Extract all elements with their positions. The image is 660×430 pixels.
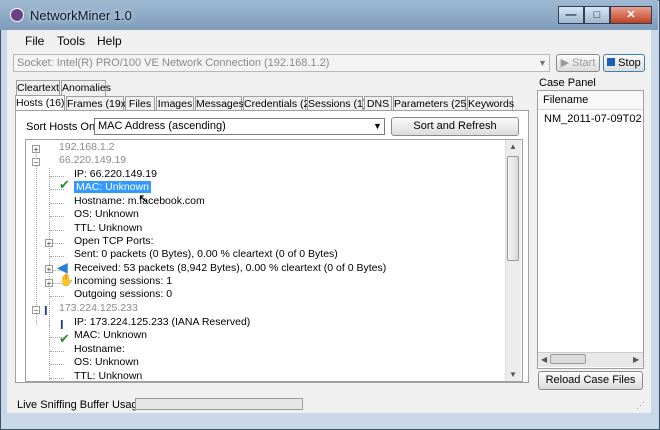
case-file-row[interactable]: NM_2011-07-09T02-12-1 xyxy=(544,113,642,125)
host-computer-icon xyxy=(46,152,59,165)
mouse-cursor-icon: ↖ xyxy=(138,191,149,206)
tree-os[interactable]: OS: Unknown xyxy=(74,208,139,221)
sort-refresh-button[interactable]: Sort and Refresh xyxy=(391,117,519,136)
sort-select[interactable]: MAC Address (ascending) xyxy=(94,118,385,135)
scroll-up-icon[interactable]: ▲ xyxy=(509,142,517,151)
chevron-down-icon: ▼ xyxy=(538,58,547,68)
buffer-usage-label: Live Sniffing Buffer Usage: xyxy=(17,399,147,411)
scroll-left-icon[interactable]: ◀ xyxy=(541,355,547,364)
tree-sent[interactable]: Sent: 0 packets (0 Bytes), 0.00 % cleart… xyxy=(74,248,338,261)
menu-file[interactable]: File xyxy=(25,34,44,48)
stop-icon xyxy=(607,58,616,66)
chevron-down-icon: ▼ xyxy=(373,121,382,131)
stop-label: Stop xyxy=(618,57,641,69)
buffer-usage-progress xyxy=(135,398,303,410)
tab-anomalies[interactable]: Anomalies xyxy=(61,80,111,96)
tree-mac-2[interactable]: MAC: Unknown xyxy=(74,329,147,342)
scroll-down-icon[interactable]: ▼ xyxy=(509,370,517,379)
menu-help[interactable]: Help xyxy=(97,34,122,48)
flag-icon: ✔ xyxy=(59,331,70,346)
start-label: Start xyxy=(572,57,596,69)
stop-button[interactable]: Stop xyxy=(603,54,645,72)
tree-ttl-2[interactable]: TTL: Unknown xyxy=(74,370,142,381)
tree-ip-2[interactable]: IP: 173.224.125.233 (IANA Reserved) xyxy=(74,316,250,329)
hosts-tree[interactable]: + − + + + − I I ✔ ✔ ◀ ✋ 192.168.1.2 66.2… xyxy=(25,139,523,382)
minimize-button[interactable]: — xyxy=(558,6,584,24)
scroll-right-icon[interactable]: ▶ xyxy=(633,355,639,364)
tree-ttl[interactable]: TTL: Unknown xyxy=(74,222,142,235)
close-button[interactable]: ✕ xyxy=(610,6,652,24)
case-header-label: Filename xyxy=(543,94,589,106)
tab-cleartext[interactable]: Cleartext xyxy=(16,80,60,96)
window-title: NetworkMiner 1.0 xyxy=(30,8,132,23)
tree-outgoing[interactable]: Outgoing sessions: 0 xyxy=(74,288,172,301)
app-logo-icon xyxy=(10,8,24,22)
expand-icon[interactable]: + xyxy=(32,145,40,154)
tree-received[interactable]: Received: 53 packets (8,942 Bytes), 0.00… xyxy=(74,262,386,275)
start-button[interactable]: ▶ Start xyxy=(556,54,600,72)
network-adapter-icon: I xyxy=(44,303,48,318)
collapse-icon[interactable]: − xyxy=(32,306,40,315)
network-adapter-icon: I xyxy=(60,317,64,332)
tree-incoming[interactable]: Incoming sessions: 1 xyxy=(74,275,172,288)
sort-label: Sort Hosts On: xyxy=(26,121,99,133)
scroll-thumb[interactable] xyxy=(507,156,519,261)
resize-grip-icon[interactable]: ⋰ xyxy=(636,400,645,411)
tree-open-ports[interactable]: Open TCP Ports: xyxy=(74,235,154,248)
host-192-168-1-2[interactable]: 192.168.1.2 xyxy=(59,141,114,154)
host-computer-icon xyxy=(46,140,59,152)
maximize-button[interactable]: □ xyxy=(584,6,610,24)
socket-select[interactable]: Socket: Intel(R) PRO/100 VE Network Conn… xyxy=(13,54,550,72)
host-173-224-125-233[interactable]: 173.224.125.233 xyxy=(59,302,138,315)
case-panel-title: Case Panel xyxy=(539,77,596,89)
tab-hosts[interactable]: Hosts (16) xyxy=(15,95,65,111)
tree-hostname-2[interactable]: Hostname: xyxy=(74,343,125,356)
tree-os-2[interactable]: OS: Unknown xyxy=(74,356,139,369)
tree-ip[interactable]: IP: 66.220.149.19 xyxy=(74,168,157,181)
incoming-sessions-icon: ✋ xyxy=(59,273,74,287)
case-filename-header[interactable]: Filename xyxy=(538,91,643,110)
play-icon: ▶ xyxy=(560,57,573,69)
collapse-icon[interactable]: − xyxy=(32,158,40,167)
reload-case-files-button[interactable]: Reload Case Files xyxy=(538,371,643,390)
host-66-220-149-19[interactable]: 66.220.149.19 xyxy=(59,154,126,167)
case-scroll-thumb[interactable] xyxy=(550,354,586,364)
case-file-list[interactable] xyxy=(537,90,644,369)
flag-icon: ✔ xyxy=(59,177,70,192)
menu-tools[interactable]: Tools xyxy=(57,34,85,48)
expand-icon[interactable]: + xyxy=(45,265,53,274)
expand-icon[interactable]: + xyxy=(45,239,53,248)
expand-icon[interactable]: + xyxy=(45,279,53,288)
